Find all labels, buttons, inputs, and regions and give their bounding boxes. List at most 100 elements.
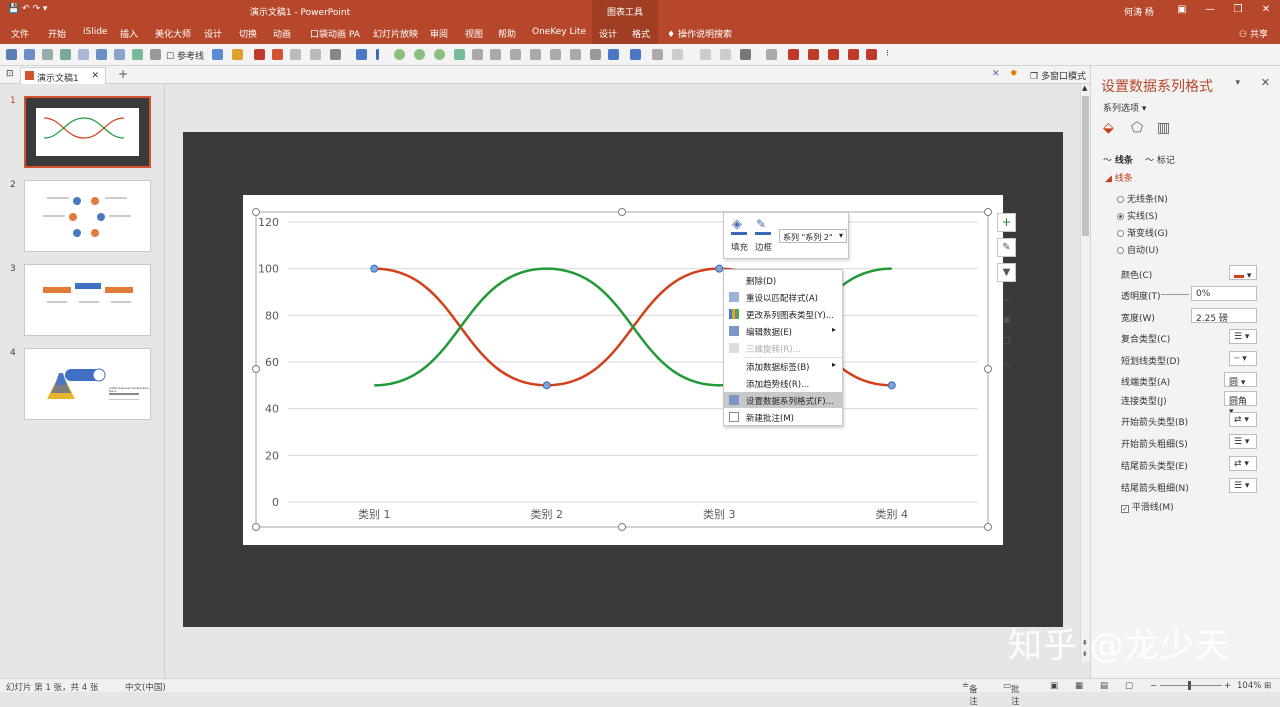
font-color-icon[interactable] (700, 49, 711, 60)
tab-slideshow[interactable]: 幻灯片放映 (373, 27, 418, 40)
menu-item-add-trendline[interactable]: 添加趋势线(R)... (724, 375, 842, 391)
begin-arrow-size-dropdown[interactable]: ☰ ▾ (1229, 434, 1257, 449)
end-arrow-size-dropdown[interactable]: ☰ ▾ (1229, 478, 1257, 493)
pane-options-icon[interactable]: ▾ (1235, 78, 1240, 88)
close-icon[interactable]: ✕ (1252, 0, 1280, 22)
radio-automatic[interactable]: 自动(U) (1117, 243, 1159, 256)
color-icon[interactable] (254, 49, 265, 60)
outline-button-label[interactable]: 边框 (755, 241, 772, 253)
comments-button[interactable]: ▭ 批注 (1003, 681, 1020, 707)
line-icon[interactable] (150, 49, 161, 60)
slide-thumbnail-3[interactable] (24, 264, 151, 336)
tell-me-search[interactable]: ♦ 操作说明搜索 (667, 27, 732, 40)
series-options-bar-icon[interactable]: ▥ (1157, 120, 1170, 136)
series-options-dropdown[interactable]: 系列选项 ▾ (1103, 101, 1146, 114)
tab-chart-format[interactable]: 格式 (632, 27, 650, 40)
share-button[interactable]: ⚇ 共享 (1239, 27, 1268, 40)
tab-onekey[interactable]: OneKey Lite (532, 27, 586, 37)
begin-arrow-type-dropdown[interactable]: ⇄ ▾ (1229, 412, 1257, 427)
chart-styles-icon[interactable]: ✎ (997, 238, 1016, 257)
text-box-icon[interactable] (78, 49, 89, 60)
transparency-slider[interactable] (1161, 294, 1189, 295)
tab-review[interactable]: 审阅 (430, 27, 448, 40)
record-icon[interactable] (828, 49, 839, 60)
layout-options-icon[interactable]: ︽ (997, 290, 1016, 309)
grid-icon[interactable] (490, 49, 501, 60)
zoom-slider[interactable] (1160, 685, 1222, 686)
rotate-icon[interactable] (356, 49, 367, 60)
radio-solid-line[interactable]: 实线(S) (1117, 209, 1158, 222)
reading-view-icon[interactable]: ▤ (1100, 681, 1108, 691)
slide-sorter-icon[interactable]: ▦ (1075, 681, 1083, 691)
menu-item-format-data-series[interactable]: 设置数据系列格式(F)... (724, 392, 842, 408)
bar-icon[interactable] (376, 49, 379, 60)
font-size-icon[interactable] (672, 49, 683, 60)
slideshow-view-icon[interactable]: ▢ (1125, 681, 1133, 691)
tab-file[interactable]: 文件 (11, 27, 29, 40)
fill-icon[interactable] (608, 49, 619, 60)
chart-red-icon[interactable] (788, 49, 799, 60)
document-tab[interactable]: 演示文稿1 ✕ (20, 67, 106, 84)
settings-icon[interactable]: ✹ (1010, 69, 1018, 79)
circle-icon-3[interactable] (434, 49, 445, 60)
chart-elements-button[interactable]: + (997, 213, 1016, 232)
circle-icon-2[interactable] (414, 49, 425, 60)
zoom-level[interactable]: 104% (1237, 681, 1261, 691)
restore-icon[interactable]: ❐ (1224, 0, 1252, 22)
tab-transitions[interactable]: 切换 (239, 27, 257, 40)
chart-filter-icon[interactable]: ▼ (997, 263, 1016, 282)
tab-line[interactable]: 〜 线条 (1103, 153, 1133, 166)
smooth-line-checkbox[interactable]: ✓ 平滑线(M) (1121, 500, 1174, 513)
slide-thumbnail-1[interactable] (24, 96, 151, 168)
compound-type-dropdown[interactable]: ☰ ▾ (1229, 329, 1257, 344)
frame-icon[interactable] (570, 49, 581, 60)
layout-icon[interactable] (530, 49, 541, 60)
outline-pen-icon[interactable]: ✎ (756, 217, 766, 231)
close-tab-icon[interactable]: ✕ (91, 71, 99, 81)
tab-marker[interactable]: 〜 标记 (1145, 153, 1175, 166)
minimize-icon[interactable]: — (1196, 0, 1224, 22)
fill-button-label[interactable]: 填充 (731, 241, 748, 253)
tab-animations[interactable]: 动画 (273, 27, 291, 40)
bullets-icon[interactable] (590, 49, 601, 60)
expand-icon[interactable]: ⤡ (997, 358, 1016, 377)
slides-icon[interactable] (550, 49, 561, 60)
fit-slide-icon[interactable]: ⊞ (1264, 681, 1271, 691)
circle-icon[interactable] (394, 49, 405, 60)
media-icon[interactable] (848, 49, 859, 60)
tag-icon[interactable] (866, 49, 877, 60)
zoom-slider-thumb[interactable] (1188, 681, 1191, 690)
save-icon[interactable] (6, 49, 17, 60)
menu-item-new-comment[interactable]: 新建批注(M) (724, 409, 842, 425)
notes-button[interactable]: ≐ 备注 (962, 681, 978, 707)
tab-home[interactable]: 开始 (48, 27, 66, 40)
series-select[interactable]: 系列 "系列 2" ▾ (779, 229, 847, 243)
ungroup-icon[interactable] (310, 49, 321, 60)
menu-item-add-data-labels[interactable]: 添加数据标签(B) ▸ (724, 358, 842, 374)
undo-icon[interactable] (24, 49, 35, 60)
slide-thumbnail-2[interactable] (24, 180, 151, 252)
lock-icon[interactable]: ▣ (997, 312, 1016, 331)
transparency-input[interactable]: 0% (1191, 286, 1257, 301)
crop-icon[interactable] (272, 49, 283, 60)
text-effect-icon[interactable] (720, 49, 731, 60)
edit-icon[interactable] (132, 49, 143, 60)
image-icon[interactable] (454, 49, 465, 60)
ribbon-display-icon[interactable]: ▣ (1168, 0, 1196, 22)
tab-design[interactable]: 设计 (204, 27, 222, 40)
color-picker[interactable]: ▾ (1229, 265, 1257, 281)
cap-type-dropdown[interactable]: 圆 ▾ (1224, 372, 1257, 388)
menu-item-delete[interactable]: 删除(D) (724, 272, 842, 288)
tab-pocket-animation[interactable]: 口袋动画 PA (310, 27, 360, 40)
menu-item-edit-data[interactable]: 编辑数据(E) ▸ (724, 323, 842, 339)
picture-icon[interactable] (96, 49, 107, 60)
effects-pentagon-icon[interactable]: ⬠ (1131, 120, 1143, 136)
effects-icon[interactable] (652, 49, 663, 60)
tab-view[interactable]: 视图 (465, 27, 483, 40)
align-icon[interactable] (212, 49, 223, 60)
end-arrow-type-dropdown[interactable]: ⇄ ▾ (1229, 456, 1257, 471)
menu-item-reset-style[interactable]: 重设以匹配样式(A) (724, 289, 842, 305)
slide-thumbnail-4[interactable]: Unified best-ever heading show this is (24, 348, 151, 420)
format-painter-icon[interactable] (60, 49, 71, 60)
scroll-up-icon[interactable]: ▲ (1082, 84, 1087, 92)
